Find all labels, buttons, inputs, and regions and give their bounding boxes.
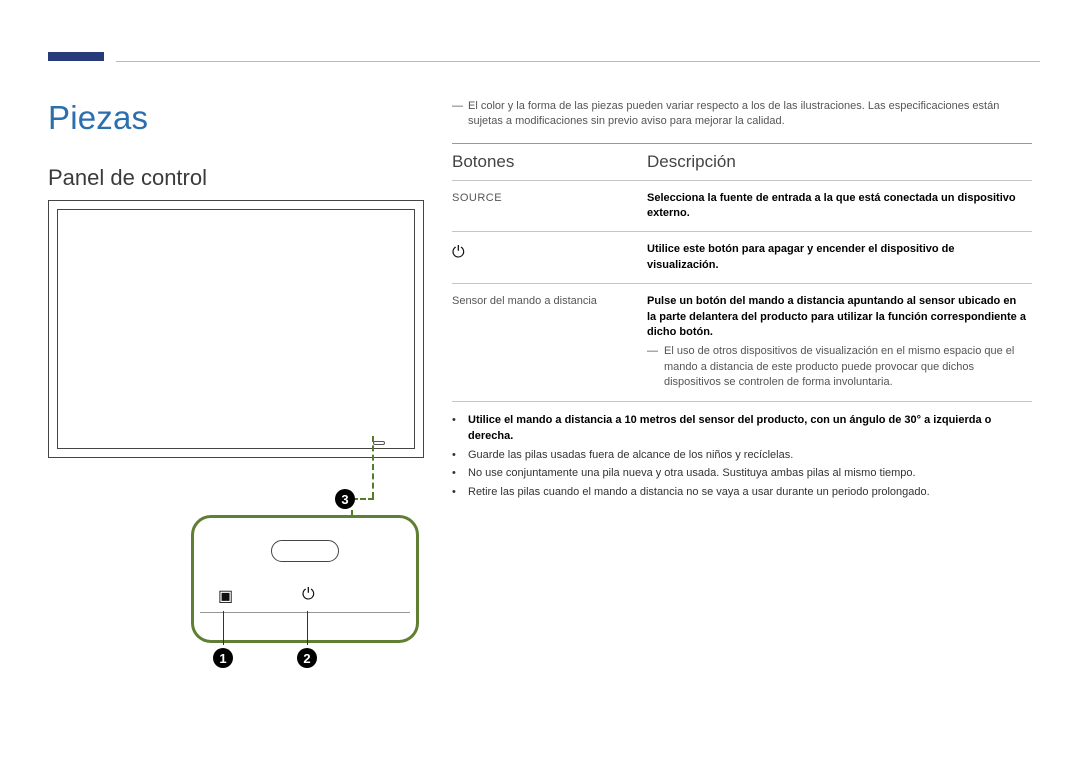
bullet-icon: • bbox=[452, 484, 462, 501]
control-panel-box: ▣ ⏻ bbox=[191, 515, 419, 643]
display-led-icon bbox=[373, 441, 385, 445]
note-line: Retire las pilas cuando el mando a dista… bbox=[468, 484, 930, 501]
horizontal-rule bbox=[116, 61, 1040, 62]
table-head-description: Descripción bbox=[647, 143, 1032, 180]
source-label: SOURCE bbox=[452, 192, 502, 204]
marker-2: 2 bbox=[297, 648, 317, 668]
sensor-window-icon bbox=[271, 540, 339, 562]
callout-line bbox=[307, 611, 308, 645]
table-row: Sensor del mando a distancia Pulse un bo… bbox=[452, 284, 1032, 401]
subsection-title: Panel de control bbox=[48, 165, 207, 191]
remote-sensor-warning: El uso de otros dispositivos de visualiz… bbox=[664, 344, 1026, 390]
source-button-icon: ▣ bbox=[218, 586, 233, 606]
display-outline bbox=[48, 200, 424, 458]
control-panel-illustration: 3 ▣ ⏻ 1 2 bbox=[48, 200, 424, 670]
remote-sensor-label: Sensor del mando a distancia bbox=[452, 284, 647, 401]
source-description: Selecciona la fuente de entrada a la que… bbox=[647, 192, 1016, 219]
control-panel-rule bbox=[200, 612, 410, 613]
buttons-table: Botones Descripción SOURCE Selecciona la… bbox=[452, 143, 1032, 402]
table-row: ⏻ Utilice este botón para apagar y encen… bbox=[452, 232, 1032, 284]
table-head-buttons: Botones bbox=[452, 143, 647, 180]
remote-sensor-description: Pulse un botón del mando a distancia apu… bbox=[647, 295, 1026, 338]
accent-block bbox=[48, 52, 104, 61]
note-dash: ― bbox=[647, 344, 658, 390]
page: Piezas Panel de control 3 ▣ ⏻ 1 2 ― El c bbox=[0, 0, 1080, 763]
note-line: No use conjuntamente una pila nueva y ot… bbox=[468, 465, 916, 482]
table-row: SOURCE Selecciona la fuente de entrada a… bbox=[452, 180, 1032, 232]
power-icon: ⏻ bbox=[452, 244, 465, 261]
spec-note: ― El color y la forma de las piezas pued… bbox=[452, 99, 1032, 129]
power-icon: ⏻ bbox=[302, 586, 315, 604]
usage-notes: • Utilice el mando a distancia a 10 metr… bbox=[452, 412, 1032, 501]
marker-3: 3 bbox=[335, 489, 355, 509]
callout-line bbox=[223, 611, 224, 645]
power-description: Utilice este botón para apagar y encende… bbox=[647, 243, 954, 270]
section-title: Piezas bbox=[48, 99, 148, 137]
marker-1: 1 bbox=[213, 648, 233, 668]
callout-line bbox=[372, 436, 374, 498]
right-column: ― El color y la forma de las piezas pued… bbox=[452, 99, 1032, 502]
callout-line bbox=[352, 498, 374, 500]
note-text: El color y la forma de las piezas pueden… bbox=[468, 99, 1032, 129]
bullet-icon: • bbox=[452, 465, 462, 482]
note-line: Guarde las pilas usadas fuera de alcance… bbox=[468, 447, 793, 464]
display-inner-outline bbox=[57, 209, 415, 449]
note-line: Utilice el mando a distancia a 10 metros… bbox=[468, 412, 1032, 445]
bullet-icon: • bbox=[452, 412, 462, 445]
bullet-icon: • bbox=[452, 447, 462, 464]
note-dash: ― bbox=[452, 99, 462, 129]
